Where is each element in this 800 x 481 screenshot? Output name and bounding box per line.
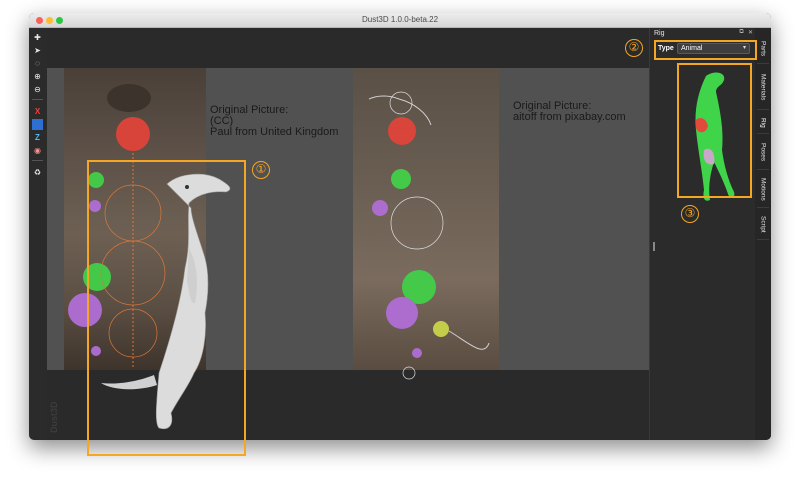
dust3d-watermark: Dust3D [49,401,59,433]
node-purple-side-large[interactable] [386,297,418,329]
annotation-box-model [87,160,246,456]
reference-credit-front: Original Picture: (CC) Paul from United … [210,104,339,138]
float-panel-icon[interactable]: ⧉ [738,29,745,36]
annotation-number-3: ③ [681,205,699,223]
reference-credit-side: Original Picture: aitoff from pixabay.co… [513,100,626,123]
node-outline [402,366,416,380]
side-tab-bar: Parts Materials Rig Poses Motions Script [755,28,771,440]
tab-motions[interactable]: Motions [757,172,769,208]
tab-parts[interactable]: Parts [757,34,769,64]
annotation-box-type [654,40,757,60]
close-panel-icon[interactable]: ✕ [747,29,754,36]
node-red-side[interactable] [388,117,416,145]
annotation-number-1: ① [252,161,270,179]
node-green-side[interactable] [391,169,411,189]
tab-script[interactable]: Script [757,210,769,240]
tab-materials[interactable]: Materials [757,66,769,110]
panel-splitter-handle[interactable] [653,242,655,251]
node-purple-side[interactable] [372,200,388,216]
tab-poses[interactable]: Poses [757,136,769,170]
meerkat-head-shape [107,84,151,112]
node-purple-foot[interactable] [412,348,422,358]
node-red-head[interactable] [116,117,150,151]
side-view-nodes [368,91,490,380]
node-yellow[interactable] [433,321,449,337]
annotation-number-2: ② [625,39,643,57]
tab-rig[interactable]: Rig [757,112,769,134]
annotation-box-preview [677,63,752,198]
rig-panel-title: Rig [654,30,665,37]
node-outline [390,196,444,250]
